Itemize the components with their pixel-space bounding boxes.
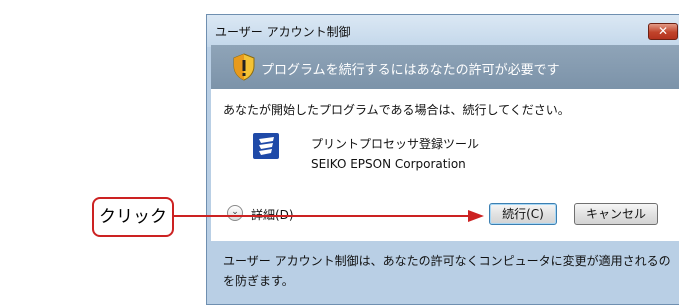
click-callout: クリック	[92, 197, 174, 237]
annotation-arrow	[174, 210, 484, 222]
